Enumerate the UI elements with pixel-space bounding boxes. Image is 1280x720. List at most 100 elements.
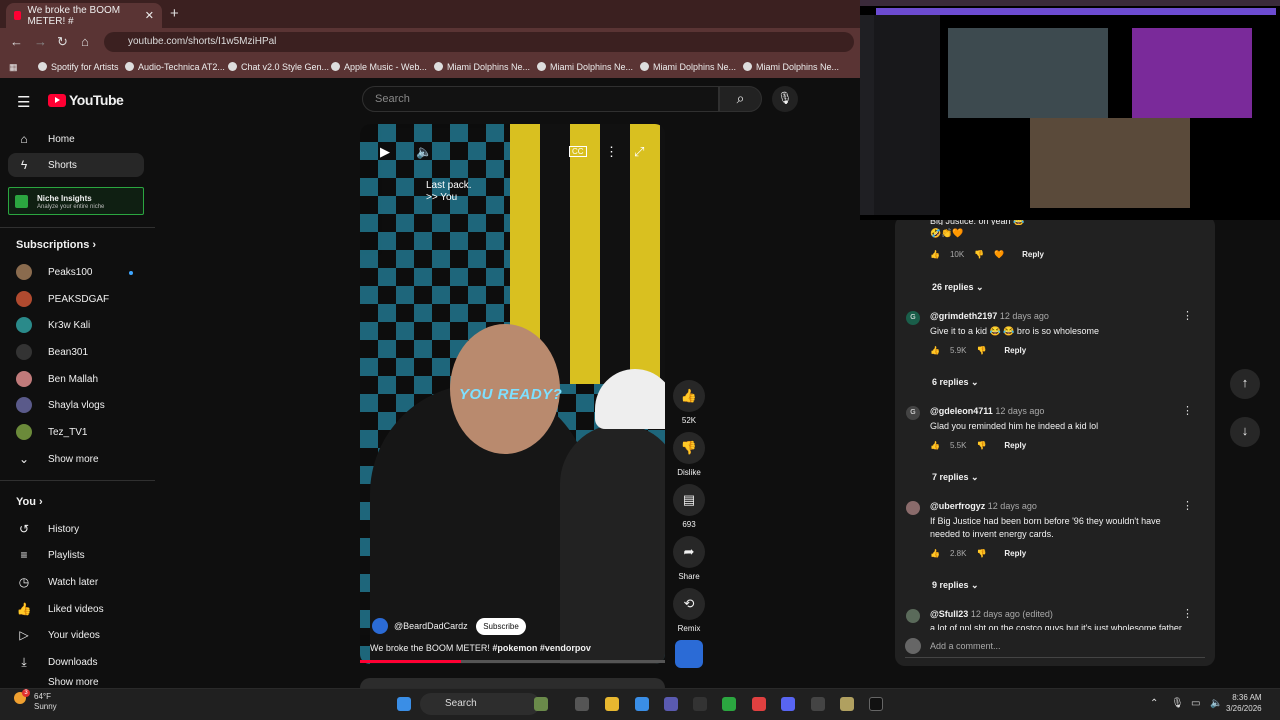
taskbar-app-icon[interactable] — [811, 697, 825, 711]
fullscreen-icon[interactable]: ⤢ — [634, 144, 644, 160]
channel-info[interactable]: @BeardDadCardz — [372, 618, 468, 634]
forward-icon[interactable]: → — [34, 34, 47, 49]
reply-button[interactable]: Reply — [1004, 441, 1026, 450]
niche-insights-card[interactable]: Niche Insights Analyze your entire niche — [8, 187, 144, 215]
reload-icon[interactable]: ↻ — [57, 34, 68, 50]
reply-button[interactable]: Reply — [1004, 549, 1026, 558]
previous-short-button[interactable]: ↑ — [1230, 369, 1260, 399]
reply-button[interactable]: Reply — [1022, 250, 1044, 259]
comment-menu-icon[interactable]: ⋮ — [1182, 309, 1193, 322]
start-icon[interactable] — [397, 697, 411, 711]
sidebar-item-cut[interactable]: Show more — [8, 677, 144, 687]
task-view-icon[interactable] — [575, 697, 589, 711]
bookmark-item[interactable]: Chat v2.0 Style Gen... — [228, 62, 329, 72]
comment-menu-icon[interactable]: ⋮ — [1182, 499, 1193, 512]
share-button[interactable]: ➦ Share — [672, 536, 706, 581]
avatar[interactable] — [906, 609, 920, 623]
thumbs-down-icon[interactable]: 👎 — [976, 346, 986, 355]
comments-button[interactable]: ▤ 693 — [672, 484, 706, 529]
avatar[interactable]: G — [906, 311, 920, 325]
sound-thumbnail[interactable] — [675, 640, 703, 668]
avatar[interactable] — [906, 501, 920, 515]
more-options-icon[interactable]: ⋮ — [605, 144, 618, 160]
bookmark-item[interactable]: Apple Music - Web... — [331, 62, 427, 72]
teams-icon[interactable] — [664, 697, 678, 711]
thumbs-down-icon[interactable]: 👎 — [974, 250, 984, 259]
view-replies-button[interactable]: 7 replies ⌄ — [932, 472, 979, 483]
weather-widget[interactable]: 3 64°F Sunny — [14, 689, 57, 712]
bookmark-item[interactable]: Miami Dolphins Ne... — [537, 62, 633, 72]
sidebar-item-home[interactable]: ⌂ Home — [8, 127, 144, 151]
bookmark-item[interactable]: Audio-Technica AT2... — [125, 62, 225, 72]
view-replies-button[interactable]: 9 replies ⌄ — [932, 580, 979, 591]
file-explorer-icon[interactable] — [605, 697, 619, 711]
view-replies-button[interactable]: 26 replies ⌄ — [932, 282, 984, 293]
sidebar-item-downloads[interactable]: ⤓ Downloads — [8, 650, 144, 674]
obs-icon[interactable] — [869, 697, 883, 711]
mic-icon[interactable]: 🎙 — [1171, 698, 1184, 709]
volume-icon[interactable]: 🔈 — [416, 144, 432, 160]
subscriptions-heading[interactable]: Subscriptions › — [16, 239, 96, 251]
new-tab-button[interactable]: + — [170, 5, 179, 22]
video-title[interactable]: We broke the BOOM METER! #pokemon #vendo… — [370, 643, 591, 653]
discord-icon[interactable] — [781, 697, 795, 711]
sidebar-item-shorts[interactable]: ϟ Shorts — [8, 153, 144, 177]
chrome-icon[interactable] — [752, 697, 766, 711]
bookmark-item[interactable]: Miami Dolphins Ne... — [640, 62, 736, 72]
sidebar-item-your-videos[interactable]: ▷ Your videos — [8, 623, 144, 647]
taskbar-app-icon[interactable] — [635, 697, 649, 711]
add-comment-input[interactable]: Add a comment... — [905, 638, 1205, 658]
thumbs-down-icon[interactable]: 👎 — [976, 549, 986, 558]
next-short-button[interactable]: ↓ — [1230, 417, 1260, 447]
volume-icon[interactable]: 🔈 — [1210, 698, 1222, 709]
hamburger-menu-icon[interactable]: ☰ — [17, 93, 30, 111]
search-button[interactable]: ⌕ — [719, 86, 762, 112]
home-icon[interactable]: ⌂ — [81, 34, 89, 49]
chevron-up-icon[interactable]: ⌃ — [1150, 698, 1158, 709]
youtube-logo[interactable]: YouTube — [48, 92, 124, 108]
taskbar-app-icon[interactable] — [693, 697, 707, 711]
close-tab-icon[interactable]: ✕ — [145, 9, 154, 22]
view-replies-button[interactable]: 6 replies ⌄ — [932, 377, 979, 388]
bookmark-item[interactable]: Spotify for Artists — [38, 62, 119, 72]
subscription-item[interactable]: Bean301 — [8, 340, 144, 364]
thumbs-down-icon[interactable]: 👎 — [976, 441, 986, 450]
sidebar-item-playlists[interactable]: ≡ Playlists — [8, 543, 144, 567]
comment-menu-icon[interactable]: ⋮ — [1182, 607, 1193, 620]
thumbs-up-icon[interactable]: 👍 — [930, 441, 940, 450]
play-icon[interactable]: ▶ — [380, 144, 390, 160]
subscription-item[interactable]: PEAKSDGAF — [8, 287, 144, 311]
like-button[interactable]: 👍 52K — [672, 380, 706, 425]
dislike-button[interactable]: 👎 Dislike — [672, 432, 706, 477]
bookmark-item[interactable]: Miami Dolphins Ne... — [743, 62, 839, 72]
comment-menu-icon[interactable]: ⋮ — [1182, 404, 1193, 417]
stream-overlay-window[interactable] — [860, 0, 1280, 220]
video-progress-bar[interactable] — [360, 660, 665, 663]
taskbar-app-icon[interactable] — [840, 697, 854, 711]
show-more-button[interactable]: ⌄ Show more — [8, 447, 144, 471]
sidebar-item-history[interactable]: ↺ History — [8, 517, 144, 541]
taskbar-app-icon[interactable] — [534, 697, 548, 711]
subscription-item[interactable]: Ben Mallah — [8, 367, 144, 391]
apps-icon[interactable]: ▦ — [9, 62, 18, 73]
browser-tab[interactable]: We broke the BOOM METER! # ✕ — [6, 3, 162, 28]
sidebar-item-watch-later[interactable]: ◷ Watch later — [8, 570, 144, 594]
thumbs-up-icon[interactable]: 👍 — [930, 250, 940, 259]
sidebar-item-liked-videos[interactable]: 👍 Liked videos — [8, 597, 144, 621]
thumbs-up-icon[interactable]: 👍 — [930, 549, 940, 558]
url-field[interactable]: youtube.com/shorts/I1w5MziHPal — [104, 32, 854, 52]
clock[interactable]: 8:36 AM 3/26/2026 — [1226, 692, 1262, 714]
captions-button[interactable]: CC — [569, 146, 587, 157]
remix-button[interactable]: ⟲ Remix — [672, 588, 706, 633]
display-icon[interactable]: ▭ — [1191, 698, 1200, 709]
subscribe-button[interactable]: Subscribe — [476, 618, 526, 635]
back-icon[interactable]: ← — [10, 34, 23, 49]
reply-button[interactable]: Reply — [1004, 346, 1026, 355]
subscription-item[interactable]: Shayla vlogs — [8, 393, 144, 417]
taskbar-app-icon[interactable] — [722, 697, 736, 711]
search-input[interactable]: Search — [362, 86, 719, 112]
subscription-item[interactable]: Peaks100 — [8, 260, 144, 284]
you-heading[interactable]: You › — [16, 496, 43, 508]
subscription-item[interactable]: Tez_TV1 — [8, 420, 144, 444]
voice-search-button[interactable]: 🎙 — [772, 86, 798, 112]
